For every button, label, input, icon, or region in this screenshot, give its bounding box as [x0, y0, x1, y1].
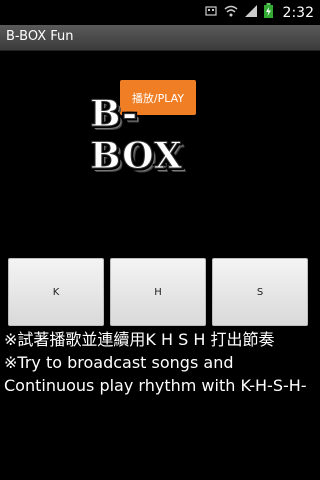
wifi-icon: [224, 3, 238, 22]
app-title-bar: B-BOX Fun: [0, 25, 320, 51]
usb-debug-icon: [204, 3, 218, 22]
battery-charging-icon: [263, 3, 273, 22]
key-buttons-row: K H S: [8, 258, 312, 326]
key-h-button[interactable]: H: [110, 258, 206, 326]
app-title: B-BOX Fun: [6, 29, 74, 44]
key-k-button[interactable]: K: [8, 258, 104, 326]
status-icons: 2:32: [204, 0, 314, 25]
instructions-english: ※Try to broadcast songs and Continuous p…: [4, 353, 307, 395]
bbox-logo: B-BOX: [90, 93, 183, 178]
key-s-button[interactable]: S: [212, 258, 308, 326]
status-bar: 2:32: [0, 0, 320, 25]
status-time: 2:32: [282, 4, 314, 21]
signal-icon: [244, 3, 258, 22]
instructions: ※試著播歌並連續用K H S H 打出節奏 ※Try to broadcast …: [4, 328, 316, 397]
instructions-chinese: ※試著播歌並連續用K H S H 打出節奏: [4, 330, 275, 349]
